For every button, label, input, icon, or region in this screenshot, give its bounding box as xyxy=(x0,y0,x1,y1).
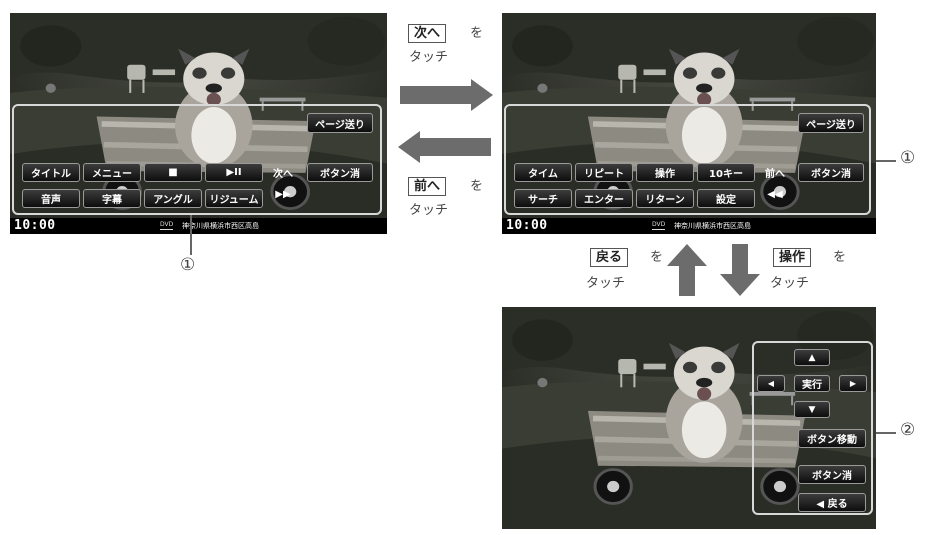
next-button[interactable]: 次へ xyxy=(266,163,300,182)
back-caption: タッチ xyxy=(586,276,626,291)
fast-forward-button[interactable]: ▶▶ xyxy=(266,185,300,204)
audio-button[interactable]: 音声 xyxy=(22,189,80,208)
location-label: 神奈川県横浜市西区高島 xyxy=(674,222,751,230)
op-caption: タッチ xyxy=(770,276,810,291)
location-label: 神奈川県横浜市西区高島 xyxy=(182,222,259,230)
hide-buttons-button[interactable]: ボタン消 xyxy=(798,465,866,484)
operation-button[interactable]: 操作 xyxy=(636,163,694,182)
search-button[interactable]: サーチ xyxy=(514,189,572,208)
back-button[interactable]: ◀ 戻る xyxy=(798,493,866,512)
right-arrow xyxy=(400,86,472,104)
rewind-button[interactable]: ◀◀ xyxy=(758,185,792,204)
right-arrow-head xyxy=(471,79,493,111)
hide-buttons-button[interactable]: ボタン消 xyxy=(798,163,864,182)
callout-line-2 xyxy=(876,432,896,434)
clock: 10:00 xyxy=(14,218,56,233)
prev-key-label: 前へ xyxy=(408,177,447,196)
angle-button[interactable]: アングル xyxy=(144,189,202,208)
menu-button[interactable]: メニュー xyxy=(83,163,141,182)
cursor-right-button[interactable]: ▶ xyxy=(839,375,867,392)
dvd-screen-operation: ▲ ◀ 実行 ▶ ▼ ボタン移動 ボタン消 ◀ 戻る xyxy=(502,307,876,529)
resume-button[interactable]: リジューム xyxy=(205,189,263,208)
clock: 10:00 xyxy=(506,218,548,233)
callout-line-1-left xyxy=(190,215,192,255)
repeat-button[interactable]: リピート xyxy=(575,163,633,182)
callout-1-left: ① xyxy=(180,255,196,275)
source-label: DVD xyxy=(652,221,666,230)
subtitle-button[interactable]: 字幕 xyxy=(83,189,141,208)
back-suffix: を xyxy=(650,250,664,265)
prev-suffix: を xyxy=(470,179,484,194)
op-key-label: 操作 xyxy=(773,248,812,267)
up-arrow xyxy=(667,244,707,296)
next-suffix: を xyxy=(470,26,484,41)
stop-button[interactable]: ■ xyxy=(144,163,202,182)
source-label: DVD xyxy=(160,221,174,230)
status-bar: 10:00 DVD 神奈川県横浜市西区高島 xyxy=(10,218,387,234)
time-button[interactable]: タイム xyxy=(514,163,572,182)
left-arrow-head xyxy=(398,131,420,163)
play-pause-button[interactable]: ▶II xyxy=(205,163,263,182)
callout-2: ② xyxy=(900,420,916,440)
op-suffix: を xyxy=(833,250,847,265)
previous-button[interactable]: 前へ xyxy=(758,163,792,182)
dvd-screen-page1: ページ送り タイトル メニュー ■ ▶II 次へ ボタン消 音声 字幕 アングル… xyxy=(10,13,387,234)
down-arrow xyxy=(720,244,760,296)
cursor-left-button[interactable]: ◀ xyxy=(757,375,785,392)
prev-caption: タッチ xyxy=(409,203,449,218)
next-caption: タッチ xyxy=(409,50,449,65)
cursor-up-button[interactable]: ▲ xyxy=(794,349,830,366)
title-button[interactable]: タイトル xyxy=(22,163,80,182)
next-key-label: 次へ xyxy=(408,24,447,43)
settings-button[interactable]: 設定 xyxy=(697,189,755,208)
execute-button[interactable]: 実行 xyxy=(794,375,830,392)
cursor-panel-frame xyxy=(752,341,873,515)
callout-line-1-right xyxy=(876,160,896,162)
callout-1-right: ① xyxy=(900,148,916,168)
cursor-down-button[interactable]: ▼ xyxy=(794,401,830,418)
enter-button[interactable]: エンター xyxy=(575,189,633,208)
page-forward-button[interactable]: ページ送り xyxy=(307,113,373,133)
back-key-label: 戻る xyxy=(590,248,629,267)
status-bar: 10:00 DVD 神奈川県横浜市西区高島 xyxy=(502,218,876,234)
page-forward-button[interactable]: ページ送り xyxy=(798,113,864,133)
return-button[interactable]: リターン xyxy=(636,189,694,208)
button-move-button[interactable]: ボタン移動 xyxy=(798,429,866,448)
hide-buttons-button[interactable]: ボタン消 xyxy=(307,163,373,182)
dvd-screen-page2: ページ送り タイム リピート 操作 10キー 前へ ボタン消 サーチ エンター … xyxy=(502,13,876,234)
left-arrow xyxy=(419,138,491,156)
tenkey-button[interactable]: 10キー xyxy=(697,163,755,182)
